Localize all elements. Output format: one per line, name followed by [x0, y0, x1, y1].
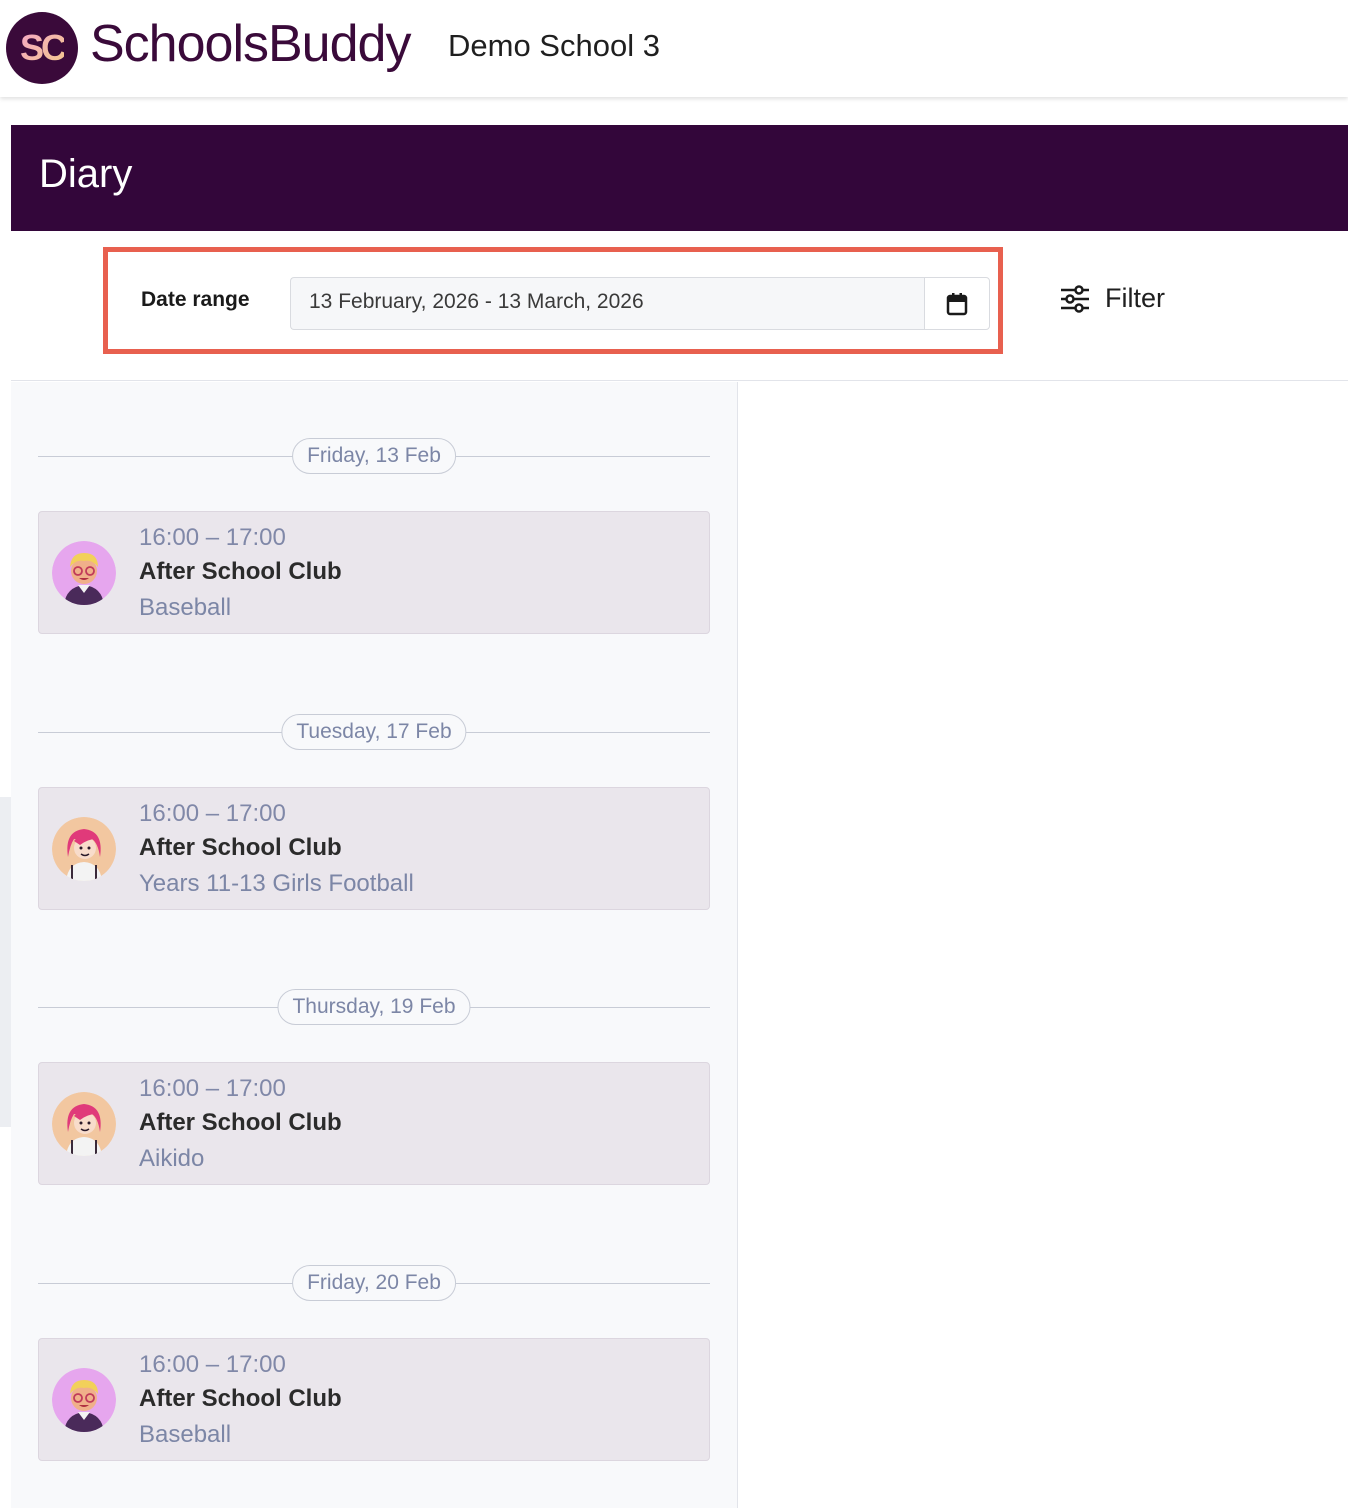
date-range-label: Date range — [141, 288, 250, 311]
event-time: 16:00 – 17:00 — [139, 524, 286, 551]
brand-name[interactable]: SchoolsBuddy — [90, 14, 411, 74]
date-range-input[interactable]: 13 February, 2026 - 13 March, 2026 — [290, 277, 926, 330]
event-title: After School Club — [139, 558, 342, 585]
event-title: After School Club — [139, 1109, 342, 1136]
filter-button[interactable]: Filter — [1059, 283, 1165, 314]
page-title: Diary — [39, 152, 133, 196]
page-header: Diary — [11, 125, 1348, 231]
diary-list: Friday, 13 Feb 16:00 – 17:00 After Schoo… — [11, 382, 738, 1508]
event-card[interactable]: 16:00 – 17:00 After School Club Years 11… — [38, 787, 710, 910]
top-header: SC SchoolsBuddy Demo School 3 — [0, 0, 1348, 97]
event-activity: Baseball — [139, 1421, 232, 1448]
logo-mark: SC — [19, 27, 67, 68]
girl-avatar-icon — [52, 817, 116, 881]
day-section: Thursday, 19 Feb 16:00 – 17:00 After Sch… — [38, 989, 710, 1185]
event-time: 16:00 – 17:00 — [139, 1351, 286, 1378]
calendar-button[interactable] — [924, 277, 990, 330]
event-card[interactable]: 16:00 – 17:00 After School Club Aikido — [38, 1062, 710, 1185]
event-activity: Aikido — [139, 1145, 205, 1172]
event-activity: Baseball — [139, 594, 232, 621]
date-pill: Tuesday, 17 Feb — [281, 714, 467, 750]
day-separator: Thursday, 19 Feb — [38, 989, 710, 1027]
filter-toolbar: Date range 13 February, 2026 - 13 March,… — [11, 231, 1348, 381]
day-section: Friday, 13 Feb 16:00 – 17:00 After Schoo… — [38, 438, 710, 634]
event-time: 16:00 – 17:00 — [139, 1075, 286, 1102]
event-time: 16:00 – 17:00 — [139, 800, 286, 827]
event-title: After School Club — [139, 1385, 342, 1412]
date-pill: Friday, 20 Feb — [292, 1265, 456, 1301]
girl-avatar-icon — [52, 1092, 116, 1156]
event-activity: Years 11-13 Girls Football — [139, 870, 414, 897]
calendar-icon — [946, 292, 968, 315]
date-pill: Thursday, 19 Feb — [277, 989, 471, 1025]
left-edge-shadow — [0, 797, 11, 1127]
boy-avatar-icon — [52, 1368, 116, 1432]
boy-avatar-icon — [52, 541, 116, 605]
day-section: Tuesday, 17 Feb 16:00 – 17:00 After Scho… — [38, 714, 710, 910]
date-pill: Friday, 13 Feb — [292, 438, 456, 474]
filter-label: Filter — [1105, 283, 1165, 313]
school-name: Demo School 3 — [448, 28, 660, 63]
sliders-icon — [1061, 284, 1089, 313]
day-separator: Friday, 20 Feb — [38, 1265, 710, 1303]
day-separator: Friday, 13 Feb — [38, 438, 710, 476]
event-card[interactable]: 16:00 – 17:00 After School Club Baseball — [38, 1338, 710, 1461]
day-separator: Tuesday, 17 Feb — [38, 714, 710, 752]
day-section: Friday, 20 Feb 16:00 – 17:00 After Schoo… — [38, 1265, 710, 1461]
logo-icon[interactable]: SC — [6, 12, 78, 84]
event-title: After School Club — [139, 834, 342, 861]
event-card[interactable]: 16:00 – 17:00 After School Club Baseball — [38, 511, 710, 634]
